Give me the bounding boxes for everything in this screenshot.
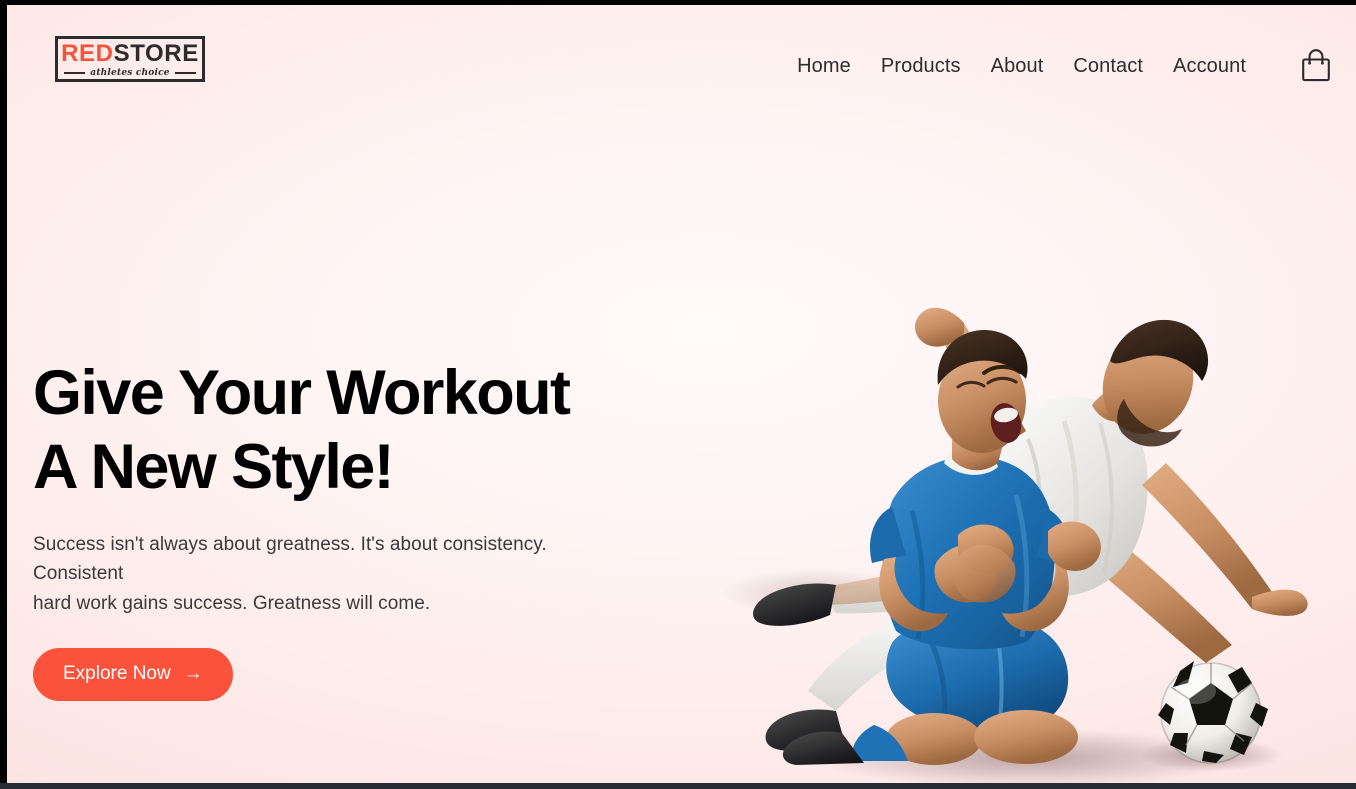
explore-now-label: Explore Now [63, 662, 171, 684]
page-viewport: REDSTORE athletes choice Home Products A… [7, 5, 1356, 783]
nav-item-products[interactable]: Products [881, 55, 961, 78]
brand-logo-red: RED [61, 39, 114, 67]
brand-logo[interactable]: REDSTORE athletes choice [55, 36, 205, 82]
nav-item-home[interactable]: Home [797, 55, 851, 78]
window-bottom-bar [0, 783, 1356, 789]
hero-copy: Give Your Workout A New Style! Success i… [33, 357, 673, 701]
tagline-rule-right [174, 71, 197, 74]
tagline-rule-left [64, 71, 86, 74]
brand-logo-store: STORE [113, 39, 199, 67]
main-navigation: Home Products About Contact Account [797, 47, 1334, 85]
brand-logo-tagline-row: athletes choice [58, 68, 202, 78]
nav-item-contact[interactable]: Contact [1073, 55, 1143, 78]
brand-tagline: athletes choice [90, 67, 170, 78]
nav-item-account[interactable]: Account [1173, 55, 1246, 78]
hero-subtitle: Success isn't always about greatness. It… [33, 534, 547, 614]
hero-artwork [696, 263, 1356, 783]
explore-now-button[interactable]: Explore Now → [33, 647, 233, 701]
brand-logo-wordmark: REDSTORE [61, 39, 199, 67]
shopping-bag-icon [1301, 48, 1331, 85]
arrow-right-icon: → [183, 663, 203, 685]
hero-title: Give Your Workout A New Style! [33, 358, 571, 502]
screenshot-frame: REDSTORE athletes choice Home Products A… [0, 0, 1356, 789]
cart-button[interactable] [1298, 47, 1334, 85]
soccer-ball [1158, 661, 1268, 764]
diving-footballer-white-kit [753, 307, 1308, 663]
kneeling-footballer-blue-kit [765, 330, 1101, 765]
site-header: REDSTORE athletes choice Home Products A… [7, 5, 1356, 110]
nav-item-about[interactable]: About [991, 55, 1044, 78]
hero-section: Give Your Workout A New Style! Success i… [7, 5, 1356, 783]
